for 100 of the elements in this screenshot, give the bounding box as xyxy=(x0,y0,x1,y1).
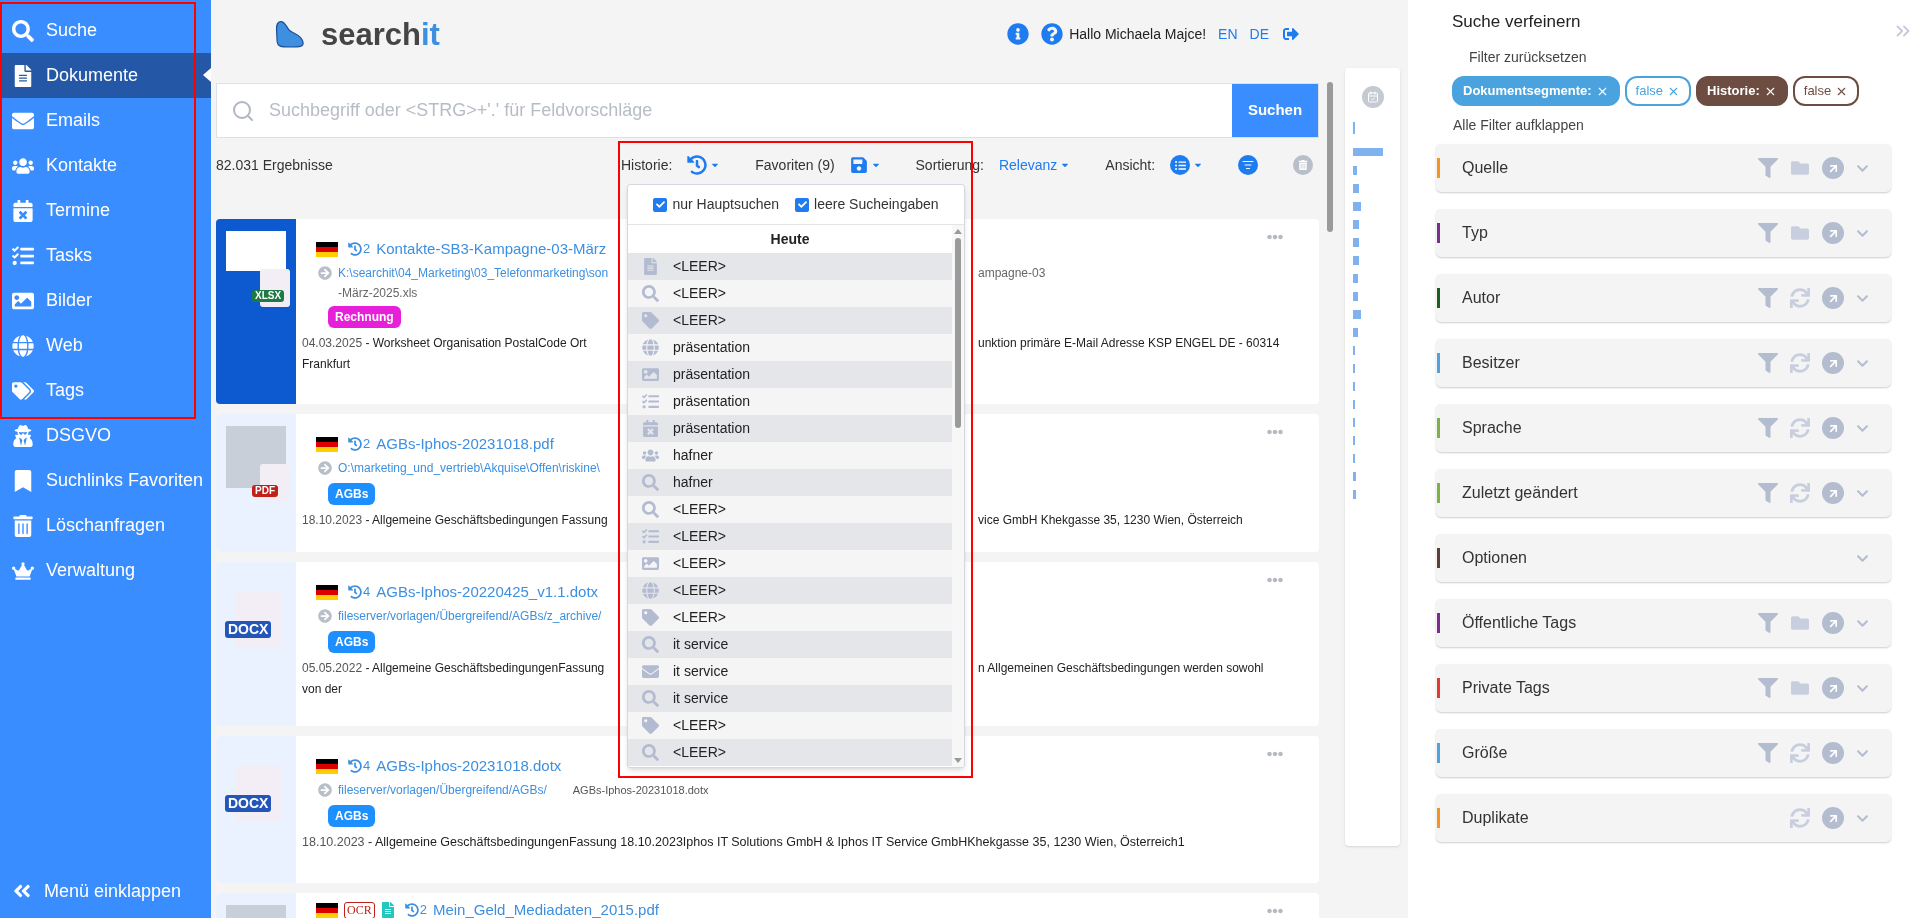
file-path-link[interactable]: O:\marketing_und_vertrieb\Akquise\Offen\riskine\ xyxy=(338,459,600,477)
result-card[interactable]: OCR 2 Mein_Geld_Mediadaten_2015.pdf xyxy=(216,893,1319,918)
globe-icon xyxy=(642,582,659,599)
image-icon xyxy=(642,555,659,572)
result-card[interactable] xyxy=(216,736,1319,883)
open-link-icon[interactable] xyxy=(1822,157,1844,179)
open-link-icon[interactable] xyxy=(1822,807,1844,829)
folder-icon[interactable] xyxy=(1790,224,1810,242)
filter-icon[interactable] xyxy=(1758,353,1778,373)
version-history-icon[interactable] xyxy=(404,903,419,917)
version-history-icon[interactable] xyxy=(348,759,362,773)
open-link-icon[interactable] xyxy=(1822,677,1844,699)
open-link-icon[interactable] xyxy=(1822,222,1844,244)
open-link-icon[interactable] xyxy=(1822,352,1844,374)
refresh-icon[interactable] xyxy=(1790,353,1810,373)
history-entry[interactable]: präsentation xyxy=(628,361,952,388)
file-path-link[interactable]: fileserver/vorlagen/Übergreifend/AGBs/ xyxy=(338,781,547,799)
history-entry[interactable]: <LEER> xyxy=(628,604,952,631)
history-entry[interactable]: präsentation xyxy=(628,415,952,442)
refresh-icon[interactable] xyxy=(1790,288,1810,308)
folder-icon[interactable] xyxy=(1790,679,1810,697)
filter-section[interactable]: Optionen xyxy=(1436,534,1891,582)
checkbox[interactable] xyxy=(653,197,668,212)
filter-section[interactable]: Duplikate xyxy=(1436,794,1891,842)
history-entry[interactable]: hafner xyxy=(628,442,952,469)
filter-section[interactable]: Typ xyxy=(1436,209,1891,257)
filter-section[interactable]: Quelle xyxy=(1436,144,1891,192)
list-view-icon[interactable] xyxy=(1170,155,1191,175)
spy-icon xyxy=(12,424,34,447)
filter-chip[interactable]: Historie: xyxy=(1696,76,1788,106)
snippet-text: vice GmbH Khekgasse 35, 1230 Wien, Österreich xyxy=(978,512,1243,529)
history-entry[interactable]: <LEER> xyxy=(628,739,952,766)
history-entry[interactable]: <LEER> xyxy=(628,577,952,604)
history-entry[interactable]: <LEER> xyxy=(628,550,952,577)
save-icon[interactable] xyxy=(849,156,868,174)
history-entry[interactable]: präsentation xyxy=(628,388,952,415)
version-history-icon[interactable] xyxy=(348,585,362,599)
filter-section[interactable]: Besitzer xyxy=(1436,339,1891,387)
refresh-icon[interactable] xyxy=(1790,418,1810,438)
language-link[interactable]: DE xyxy=(1249,23,1269,45)
open-link-icon[interactable] xyxy=(1822,482,1844,504)
filter-chip[interactable]: false xyxy=(1792,76,1860,106)
logout-icon[interactable] xyxy=(1283,26,1299,42)
history-icon[interactable] xyxy=(687,155,708,175)
filter-icon[interactable] xyxy=(1758,743,1778,763)
snippet-text: 18.10.2023 - Allgemeine Geschäftsbedingungen Fassung xyxy=(302,512,608,529)
refresh-icon[interactable] xyxy=(1790,483,1810,503)
version-history-icon[interactable] xyxy=(348,437,362,451)
file-path-link[interactable]: K:\searchit\04_Marketing\03_Telefonmarketing\son xyxy=(338,264,609,282)
open-link-icon[interactable] xyxy=(1822,742,1844,764)
trash-icon[interactable] xyxy=(1292,155,1313,175)
filter-icon[interactable] xyxy=(1758,613,1778,633)
history-entry[interactable]: <LEER> xyxy=(628,307,952,334)
filter-icon[interactable] xyxy=(1758,158,1778,178)
refresh-icon[interactable] xyxy=(1790,743,1810,763)
folder-icon[interactable] xyxy=(1790,159,1810,177)
open-link-icon[interactable] xyxy=(1822,612,1844,634)
checkbox[interactable] xyxy=(795,197,810,212)
refresh-icon[interactable] xyxy=(1790,808,1810,828)
filter-section[interactable]: Größe xyxy=(1436,729,1891,777)
history-entry[interactable]: it service xyxy=(628,685,952,712)
reset-filters-link[interactable]: Filter zurücksetzen xyxy=(1469,47,1587,68)
filter-icon[interactable] xyxy=(1758,678,1778,698)
ocr-badge: OCR xyxy=(344,901,375,918)
calendar-icon[interactable] xyxy=(1361,86,1384,108)
checkbox-label[interactable]: leere Sucheingaben xyxy=(814,194,939,215)
filter-section[interactable]: Private Tags xyxy=(1436,664,1891,712)
filter-section[interactable]: Sprache xyxy=(1436,404,1891,452)
filter-icon[interactable] xyxy=(1758,483,1778,503)
filter-toggle-icon[interactable] xyxy=(1238,155,1258,175)
history-entry[interactable]: hafner xyxy=(628,469,952,496)
open-link-icon[interactable] xyxy=(1822,287,1844,309)
checkbox-label[interactable]: nur Hauptsuchen xyxy=(672,194,780,215)
history-entry[interactable]: <LEER> xyxy=(628,253,952,280)
open-link-icon[interactable] xyxy=(1822,417,1844,439)
language-link[interactable]: EN xyxy=(1218,23,1238,45)
history-entry[interactable]: <LEER> xyxy=(628,712,952,739)
history-entry[interactable]: <LEER> xyxy=(628,280,952,307)
filter-section[interactable]: Zuletzt geändert xyxy=(1436,469,1891,517)
sort-dropdown[interactable]: Relevanz xyxy=(998,154,1058,176)
filter-section[interactable]: Autor xyxy=(1436,274,1891,322)
file-path-link[interactable]: fileserver/vorlagen/Übergreifend/AGBs/z_archive/ xyxy=(338,607,602,625)
filter-icon[interactable] xyxy=(1758,288,1778,308)
filter-section[interactable]: Öffentliche Tags xyxy=(1436,599,1891,647)
history-entry[interactable]: it service xyxy=(628,631,952,658)
filter-icon[interactable] xyxy=(1758,223,1778,243)
history-entry[interactable]: <LEER> xyxy=(628,523,952,550)
history-entry[interactable]: it service xyxy=(628,658,952,685)
version-history-icon[interactable] xyxy=(348,242,362,256)
filter-icon[interactable] xyxy=(1758,418,1778,438)
history-entry[interactable]: <LEER> xyxy=(628,496,952,523)
history-entry[interactable]: präsentation xyxy=(628,334,952,361)
folder-icon[interactable] xyxy=(1790,614,1810,632)
help-icon[interactable] xyxy=(1041,23,1064,45)
expand-filters-link[interactable]: Alle Filter aufklappen xyxy=(1453,115,1584,136)
search-icon xyxy=(642,744,659,761)
tag-badge[interactable]: Rechnung xyxy=(328,306,401,328)
info-icon[interactable] xyxy=(1007,23,1030,45)
scrollbar[interactable] xyxy=(952,225,964,767)
sidebar-item[interactable]: Dokumente xyxy=(0,53,211,98)
